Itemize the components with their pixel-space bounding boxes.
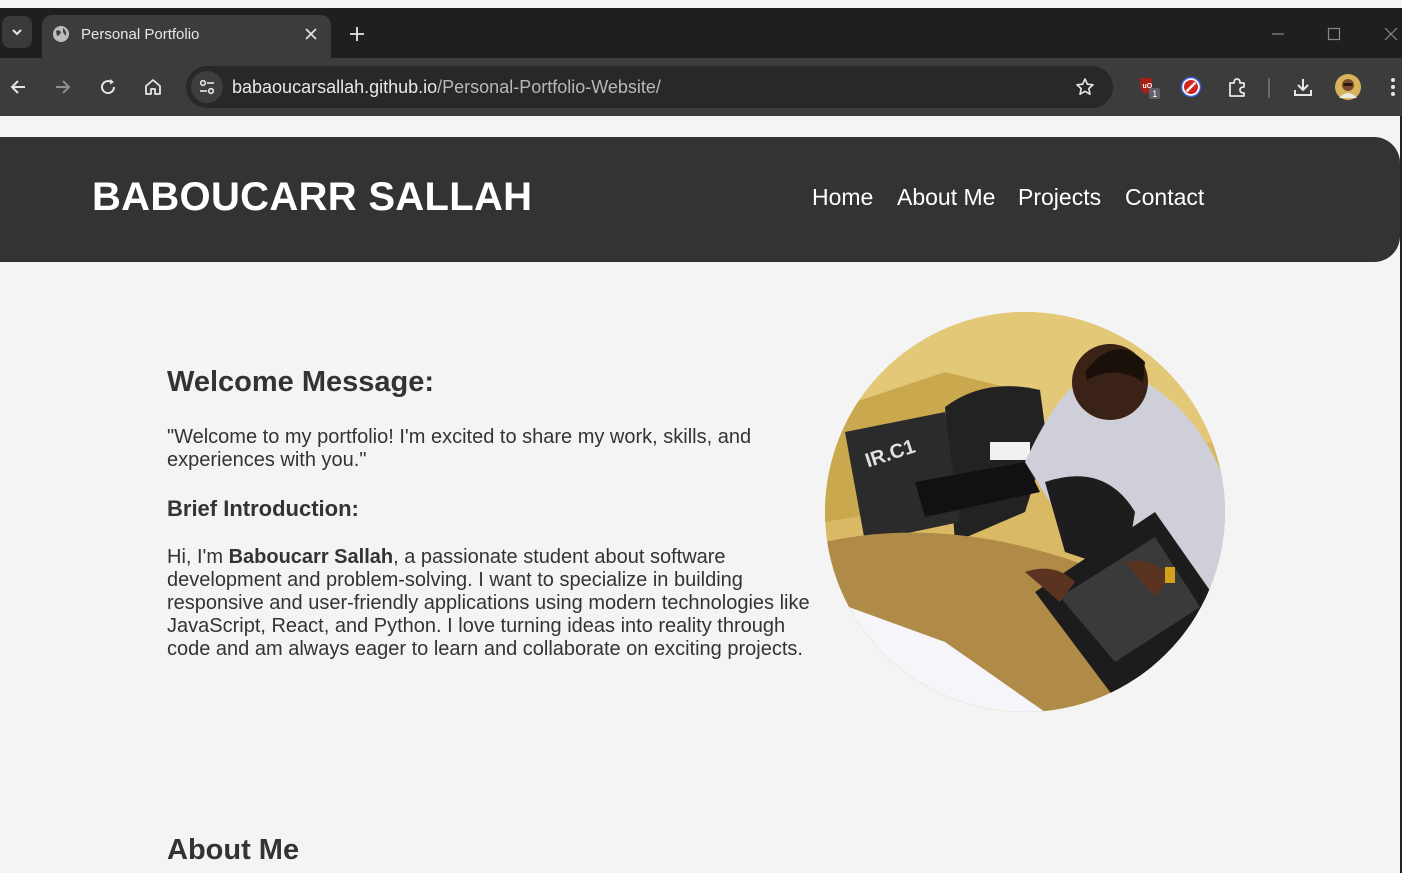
nav-contact[interactable]: Contact <box>1125 184 1204 211</box>
about-heading: About Me <box>167 834 300 866</box>
back-button[interactable] <box>5 74 31 100</box>
tab-search-button[interactable] <box>2 16 32 48</box>
puzzle-icon <box>1229 78 1245 97</box>
forward-button[interactable] <box>50 74 76 100</box>
home-button[interactable] <box>140 74 166 100</box>
maximize-button[interactable] <box>1323 23 1345 45</box>
bookmark-button[interactable] <box>1073 75 1097 99</box>
ublock-extension-button[interactable]: uO 1 <box>1136 74 1162 100</box>
welcome-text: "Welcome to my portfolio! I'm excited to… <box>167 426 752 471</box>
url-host: babaoucarsallah.github.io <box>232 77 438 97</box>
address-bar[interactable]: babaoucarsallah.github.io/Personal-Portf… <box>186 66 1113 108</box>
intro-prefix: Hi, I'm <box>167 546 229 568</box>
welcome-heading: Welcome Message: <box>167 366 435 398</box>
close-icon <box>1384 27 1398 41</box>
arrow-left-icon <box>10 80 25 94</box>
minimize-button[interactable] <box>1267 23 1289 45</box>
minimize-icon <box>1272 33 1284 35</box>
tab-bar: Personal Portfolio <box>0 8 1402 58</box>
url-path: /Personal-Portfolio-Website/ <box>437 77 661 97</box>
tab-close-button[interactable] <box>301 24 321 44</box>
shield-icon: uO 1 <box>1140 78 1160 99</box>
block-icon <box>1180 76 1202 98</box>
window-close-button[interactable] <box>1380 23 1402 45</box>
extensions-button[interactable] <box>1224 74 1250 100</box>
nav-about-me[interactable]: About Me <box>897 184 995 211</box>
download-icon <box>1294 79 1312 96</box>
intro-text: Hi, I'm Baboucarr Sallah, a passionate s… <box>167 546 817 661</box>
browser-menu-button[interactable] <box>1380 74 1402 100</box>
page-viewport: BABOUCARR SALLAH Home About Me Projects … <box>0 116 1402 873</box>
tab-title: Personal Portfolio <box>81 26 200 43</box>
arrow-right-icon <box>56 80 71 94</box>
star-icon <box>1076 78 1094 95</box>
intro-name: Baboucarr Sallah <box>228 546 394 568</box>
home-icon <box>145 79 161 95</box>
extension-badge: 1 <box>1152 89 1157 99</box>
blocker-extension-button[interactable] <box>1178 74 1204 100</box>
chevron-down-icon <box>12 29 22 36</box>
avatar-icon <box>1335 74 1361 100</box>
profile-avatar[interactable] <box>1335 74 1361 100</box>
window-top-strip <box>0 0 1402 8</box>
intro-heading: Brief Introduction: <box>167 496 359 521</box>
site-header: BABOUCARR SALLAH Home About Me Projects … <box>0 137 1400 262</box>
site-brand[interactable]: BABOUCARR SALLAH <box>92 175 532 220</box>
browser-tab[interactable]: Personal Portfolio <box>42 15 331 58</box>
nav-home[interactable]: Home <box>812 184 873 211</box>
globe-icon <box>53 26 69 42</box>
tune-icon <box>199 79 215 95</box>
profile-photo-image: IR.C1 <box>825 312 1225 712</box>
close-icon <box>305 28 317 40</box>
maximize-icon <box>1327 27 1341 41</box>
more-vertical-icon <box>1391 78 1395 96</box>
nav-projects[interactable]: Projects <box>1018 184 1101 211</box>
reload-icon <box>101 79 116 95</box>
downloads-button[interactable] <box>1290 74 1316 100</box>
plus-icon <box>350 27 364 41</box>
site-info-button[interactable] <box>191 71 223 103</box>
new-tab-button[interactable] <box>345 22 369 46</box>
reload-button[interactable] <box>95 74 121 100</box>
browser-toolbar: babaoucarsallah.github.io/Personal-Portf… <box>0 58 1402 116</box>
url-text: babaoucarsallah.github.io/Personal-Portf… <box>232 77 661 98</box>
toolbar-divider <box>1268 78 1270 98</box>
profile-photo: IR.C1 <box>825 312 1225 712</box>
